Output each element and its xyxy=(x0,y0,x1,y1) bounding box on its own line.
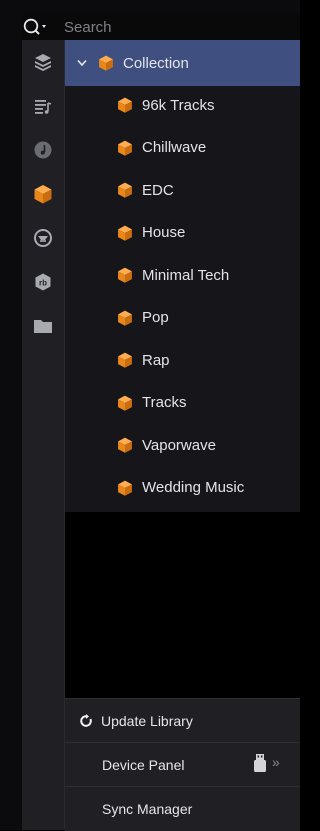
search-input[interactable] xyxy=(64,15,284,39)
tree-item[interactable]: House xyxy=(65,213,300,253)
cube-icon xyxy=(116,351,134,369)
cube-icon xyxy=(97,54,115,72)
cube-icon xyxy=(116,181,134,199)
cube-icon xyxy=(116,96,134,114)
cube-icon xyxy=(116,224,134,242)
tree-item-label: Vaporwave xyxy=(142,436,216,454)
collection-cube-icon xyxy=(34,185,52,204)
tree-item[interactable]: Tracks xyxy=(65,383,300,423)
cube-icon xyxy=(116,436,134,454)
cube-icon xyxy=(116,394,134,412)
rail-item-music[interactable] xyxy=(22,132,64,168)
search-menu[interactable] xyxy=(22,14,64,40)
tree-item[interactable]: Vaporwave xyxy=(65,425,300,465)
tree-item-collection[interactable]: Collection xyxy=(65,40,300,86)
update-library-label: Update Library xyxy=(101,713,193,729)
tree-item[interactable]: Pop xyxy=(65,298,300,338)
tree-item-label: House xyxy=(142,224,186,241)
rail-item-playlists[interactable] xyxy=(22,88,64,124)
playlist-icon xyxy=(35,100,52,114)
rail-item-soundcloud[interactable] xyxy=(22,220,64,256)
tree-item-label: Tracks xyxy=(142,394,187,411)
tree-empty-area xyxy=(65,512,300,698)
soundcloud-icon xyxy=(34,229,52,247)
search-icon xyxy=(23,18,46,35)
chevron-down-icon xyxy=(42,25,46,28)
tree-item[interactable]: 96k Tracks xyxy=(65,85,300,125)
source-rail: rb xyxy=(22,40,65,830)
device-panel-button[interactable]: Device Panel » xyxy=(65,742,300,787)
refresh-icon xyxy=(79,714,93,728)
update-library-button[interactable]: Update Library xyxy=(65,698,300,743)
tree-item-label: Collection xyxy=(123,54,189,72)
tree-item[interactable]: Rap xyxy=(65,340,300,380)
usb-drive-icon xyxy=(253,753,267,775)
tree-item-label: Pop xyxy=(142,309,169,326)
svg-text:rb: rb xyxy=(39,279,47,288)
sync-manager-button[interactable]: Sync Manager xyxy=(65,786,300,831)
tree-item[interactable]: Chillwave xyxy=(65,128,300,168)
rail-item-collection[interactable] xyxy=(22,176,64,212)
cube-icon xyxy=(116,479,134,497)
tree-item-label: Rap xyxy=(142,351,170,369)
folder-icon xyxy=(34,320,52,333)
expand-panel-icon[interactable]: » xyxy=(272,754,280,770)
tree-item-label: 96k Tracks xyxy=(142,96,215,114)
device-panel-label: Device Panel xyxy=(102,757,185,773)
sync-manager-label: Sync Manager xyxy=(102,801,193,817)
rail-item-library[interactable] xyxy=(22,44,64,80)
tree-item[interactable]: Wedding Music xyxy=(65,468,300,508)
tree-item-label: EDC xyxy=(142,181,174,199)
window-edge xyxy=(300,0,303,830)
tree-item-label: Wedding Music xyxy=(142,479,245,496)
library-icon xyxy=(35,54,51,71)
search-bar xyxy=(22,14,300,40)
rekordbox-icon: rb xyxy=(35,273,51,291)
tree-item-label: Chillwave xyxy=(142,139,207,156)
cube-icon xyxy=(116,139,134,157)
rail-item-rekordbox[interactable]: rb xyxy=(22,264,64,300)
cube-icon xyxy=(116,266,134,284)
cube-icon xyxy=(116,309,134,327)
rail-item-folders[interactable] xyxy=(22,308,64,344)
music-icon xyxy=(34,141,52,159)
chevron-down-icon[interactable] xyxy=(77,59,89,67)
tree-item-label: Minimal Tech xyxy=(142,266,230,284)
crate-tree: Collection 96k Tracks Chillwave EDC House Mi… xyxy=(65,40,300,512)
tree-item[interactable]: Minimal Tech xyxy=(65,255,300,295)
tree-item[interactable]: EDC xyxy=(65,170,300,210)
